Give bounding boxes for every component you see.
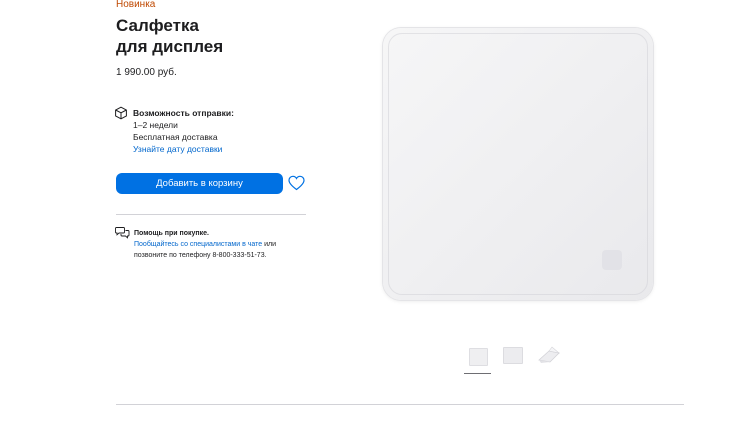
product-image (383, 28, 653, 300)
help-info: Помощь при покупке. Пообщайтесь со специ… (134, 228, 309, 261)
divider (116, 214, 306, 215)
heart-icon[interactable] (288, 175, 305, 191)
box-icon (115, 106, 127, 120)
chat-link[interactable]: Пообщайтесь со специалистами в чате (134, 241, 262, 248)
thumbnail-selected-indicator (464, 373, 491, 374)
product-title-line-2: для дисплея (116, 37, 224, 56)
product-price: 1 990.00 руб. (116, 67, 177, 78)
shipping-free: Бесплатная доставка (133, 132, 218, 142)
thumbnail-folded[interactable] (537, 346, 561, 364)
shipping-heading: Возможность отправки: (133, 108, 234, 118)
delivery-date-link[interactable]: Узнайте дату доставки (133, 143, 234, 155)
thumbnail-angle[interactable] (503, 347, 523, 364)
help-or: или (262, 241, 277, 248)
product-title: Салфетка для дисплея (116, 15, 223, 57)
chat-bubbles-icon (115, 227, 130, 239)
thumbnail-front[interactable] (469, 348, 488, 366)
help-phone: позвоните по телефону 8-800-333-51-73. (134, 252, 267, 259)
section-divider (116, 404, 684, 405)
product-title-line-1: Салфетка (116, 16, 199, 35)
apple-logo-icon (602, 250, 622, 270)
shipping-info: Возможность отправки: 1–2 недели Бесплат… (133, 107, 234, 155)
help-line: Пообщайтесь со специалистами в чате или (134, 239, 309, 250)
new-badge: Новинка (116, 0, 156, 10)
help-heading: Помощь при покупке. (134, 230, 209, 237)
add-to-bag-button[interactable]: Добавить в корзину (116, 173, 283, 194)
shipping-eta: 1–2 недели (133, 120, 178, 130)
